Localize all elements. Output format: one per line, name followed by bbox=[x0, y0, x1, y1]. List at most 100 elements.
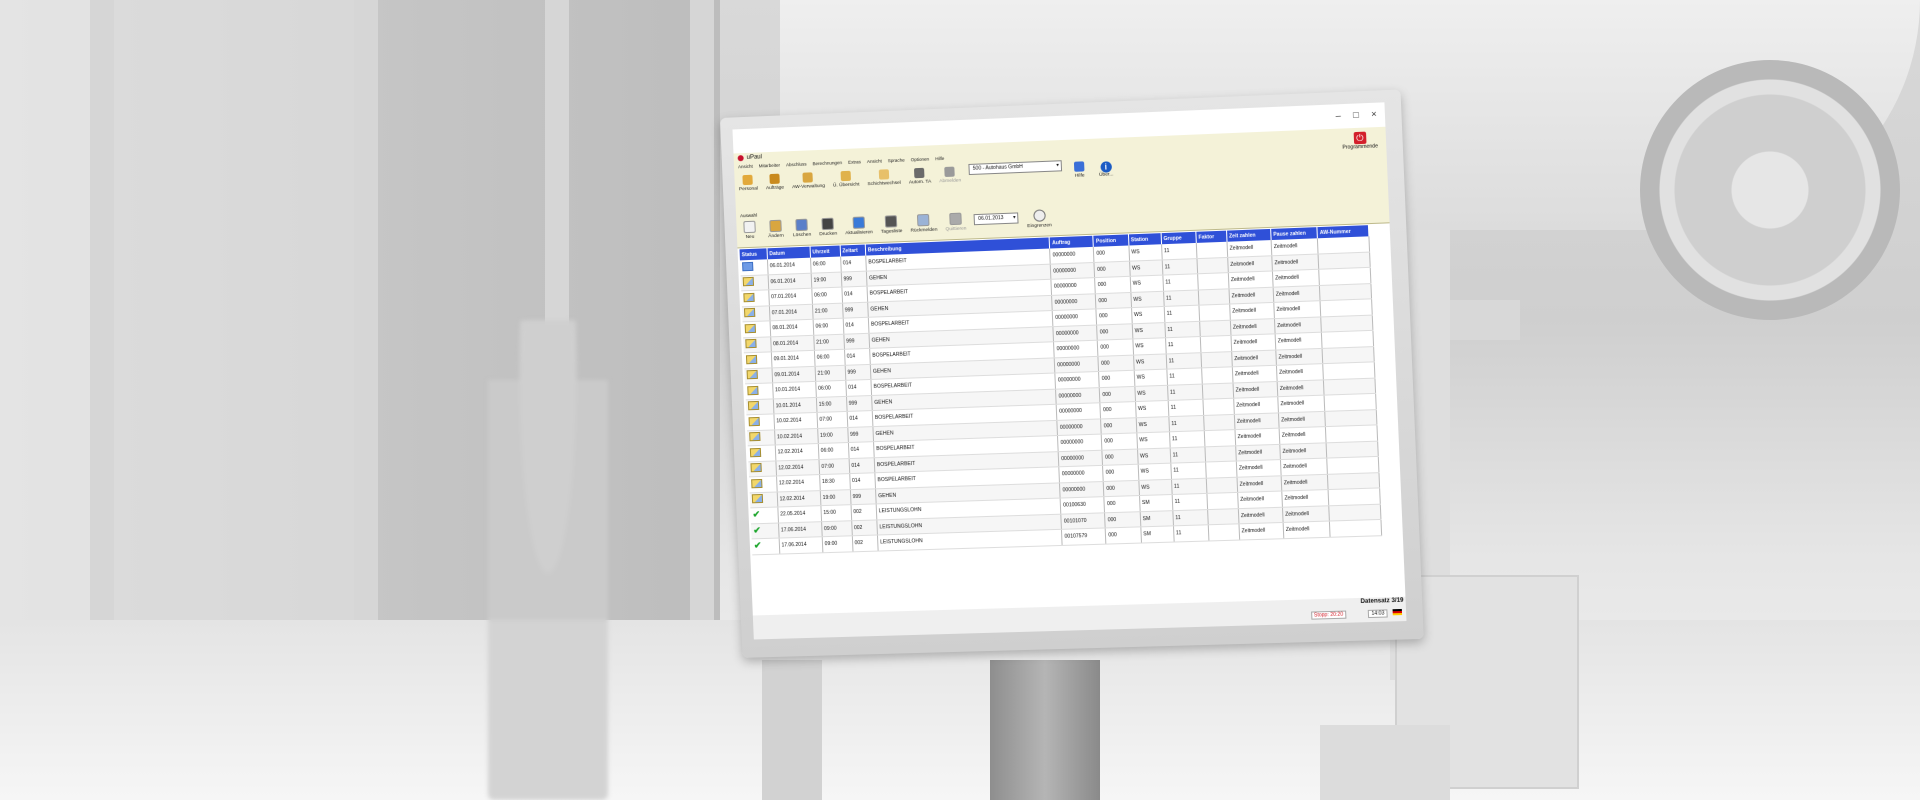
menu-item-8[interactable]: Hilfe bbox=[935, 156, 944, 161]
edit-icon bbox=[769, 220, 782, 232]
table-cell: Zeitmodell bbox=[1272, 269, 1319, 286]
toolbar-button-5[interactable]: Autom. TA bbox=[908, 168, 931, 186]
table-cell: 06:00 bbox=[813, 318, 844, 335]
table-cell: 11 bbox=[1168, 399, 1204, 416]
table-cell: 11 bbox=[1164, 305, 1200, 322]
table-cell: 002 bbox=[852, 535, 878, 551]
table-cell: 999 bbox=[845, 364, 871, 380]
table-cell: 00000000 bbox=[1050, 247, 1094, 264]
menu-item-1[interactable]: Mitarbeiter bbox=[759, 163, 780, 169]
selection-button-1[interactable]: Ändern bbox=[766, 220, 785, 240]
status-cell bbox=[741, 290, 769, 307]
table-cell: 00000000 bbox=[1052, 309, 1096, 326]
table-cell: Zeitmodell bbox=[1283, 521, 1330, 538]
menu-item-0[interactable]: Ansicht bbox=[738, 164, 753, 170]
toolbar-button-3[interactable]: Ü. Übersicht bbox=[832, 170, 859, 188]
table-cell: Zeitmodell bbox=[1235, 444, 1280, 461]
table-cell: 000 bbox=[1094, 261, 1130, 278]
table-cell: Zeitmodell bbox=[1277, 379, 1324, 396]
table-cell: 09.01.2014 bbox=[772, 366, 816, 383]
date-select[interactable]: 06.01.2013 ▾ bbox=[974, 212, 1019, 225]
table-cell: Zeitmodell bbox=[1229, 302, 1274, 319]
table-cell: 11 bbox=[1171, 478, 1207, 495]
table-cell: 014 bbox=[849, 473, 875, 489]
table-cell: 000 bbox=[1104, 496, 1140, 513]
chevron-down-icon: ▾ bbox=[1013, 214, 1016, 223]
table-cell: Zeitmodell bbox=[1231, 334, 1276, 351]
menu-item-5[interactable]: Ansicht bbox=[867, 158, 882, 164]
table-cell: 00000000 bbox=[1057, 418, 1101, 435]
toolbar-button-0[interactable]: Personal bbox=[738, 175, 758, 193]
help-icon bbox=[1074, 161, 1085, 171]
table-cell: 06.01.2014 bbox=[768, 273, 812, 290]
edit-note-icon bbox=[745, 324, 756, 333]
about-button[interactable]: i Über... bbox=[1096, 161, 1115, 178]
table-cell: Zeitmodell bbox=[1280, 442, 1327, 459]
filter-button[interactable]: Eingrenzen bbox=[1027, 209, 1052, 229]
selection-button-0[interactable]: Neu bbox=[740, 221, 759, 241]
table-cell: 07.01.2014 bbox=[769, 304, 813, 321]
table-cell bbox=[1205, 461, 1236, 478]
delete-icon bbox=[795, 219, 808, 231]
table-cell bbox=[1205, 445, 1236, 462]
status-cell bbox=[740, 259, 768, 275]
table-cell: Zeitmodell bbox=[1274, 316, 1321, 333]
table-cell bbox=[1201, 351, 1232, 368]
selection-button-2[interactable]: Löschen bbox=[792, 219, 811, 239]
menu-item-3[interactable]: Berechnungen bbox=[813, 160, 843, 166]
edit-note-icon bbox=[749, 417, 760, 426]
selection-button-4[interactable]: Aktualisieren bbox=[845, 216, 873, 236]
table-cell: 11 bbox=[1172, 509, 1208, 526]
table-cell: WS bbox=[1134, 385, 1167, 402]
table-cell: 07:00 bbox=[819, 458, 850, 475]
table-cell: 10.02.2014 bbox=[774, 412, 818, 429]
selection-button-7[interactable]: Quittieren bbox=[945, 212, 967, 232]
table-cell bbox=[1322, 346, 1374, 364]
close-button[interactable]: × bbox=[1371, 109, 1377, 119]
menu-item-4[interactable]: Extras bbox=[848, 159, 861, 165]
exit-program-button[interactable]: ⏻ Programmende bbox=[1342, 131, 1378, 151]
selection-button-3[interactable]: Drucken bbox=[819, 218, 838, 238]
toolbar-button-6[interactable]: Abmelden bbox=[939, 166, 962, 184]
table-cell: Zeitmodell bbox=[1276, 364, 1323, 381]
menu-item-7[interactable]: Optionen bbox=[911, 157, 930, 163]
table-cell: 11 bbox=[1170, 446, 1206, 463]
table-cell: WS bbox=[1136, 416, 1169, 433]
table-cell bbox=[1196, 242, 1227, 258]
company-select[interactable]: 500 - Autohaus GmbH ▾ bbox=[969, 160, 1063, 175]
menu-item-2[interactable]: Abschluss bbox=[786, 162, 807, 168]
table-cell: Zeitmodell bbox=[1229, 287, 1274, 304]
table-cell: 999 bbox=[841, 271, 867, 288]
toolbar-button-4[interactable]: Schichtwechsel bbox=[867, 169, 901, 187]
table-cell: SM bbox=[1139, 495, 1172, 512]
menu-item-6[interactable]: Sprache bbox=[888, 158, 905, 164]
table-cell: 000 bbox=[1099, 370, 1135, 387]
toolbar-button-2[interactable]: AW-Verwaltung bbox=[791, 172, 825, 190]
table-cell bbox=[1329, 504, 1381, 521]
status-cell bbox=[744, 367, 772, 383]
maximize-button[interactable]: □ bbox=[1353, 110, 1359, 120]
table-cell: 22.05.2014 bbox=[777, 506, 821, 523]
table-cell bbox=[1327, 456, 1379, 473]
minimize-button[interactable]: – bbox=[1335, 110, 1341, 120]
table-cell bbox=[1198, 288, 1229, 305]
table-cell: 999 bbox=[847, 426, 873, 442]
toolbar-button-1[interactable]: Aufträge bbox=[765, 173, 784, 191]
selection-button-6[interactable]: Rückmelden bbox=[910, 214, 938, 234]
edit-note-icon bbox=[745, 339, 756, 348]
table-cell bbox=[1202, 367, 1233, 384]
table-cell: 06.01.2014 bbox=[767, 258, 811, 275]
table-cell: Zeitmodell bbox=[1239, 522, 1284, 539]
truck-icon bbox=[945, 167, 956, 177]
table-cell: 10.01.2014 bbox=[773, 397, 817, 414]
status-cell bbox=[742, 305, 770, 322]
table-cell: Zeitmodell bbox=[1235, 428, 1280, 445]
selection-button-5[interactable]: Tagesliste bbox=[880, 215, 902, 235]
toolbar-button-7[interactable]: Hilfe bbox=[1070, 161, 1089, 179]
table-cell: 002 bbox=[851, 519, 877, 535]
selected-record-icon bbox=[742, 262, 753, 271]
table-cell: 000 bbox=[1102, 433, 1138, 450]
table-cell: 12.02.2014 bbox=[776, 475, 820, 492]
table-cell: 07.01.2014 bbox=[768, 288, 812, 305]
table-cell bbox=[1320, 299, 1372, 317]
